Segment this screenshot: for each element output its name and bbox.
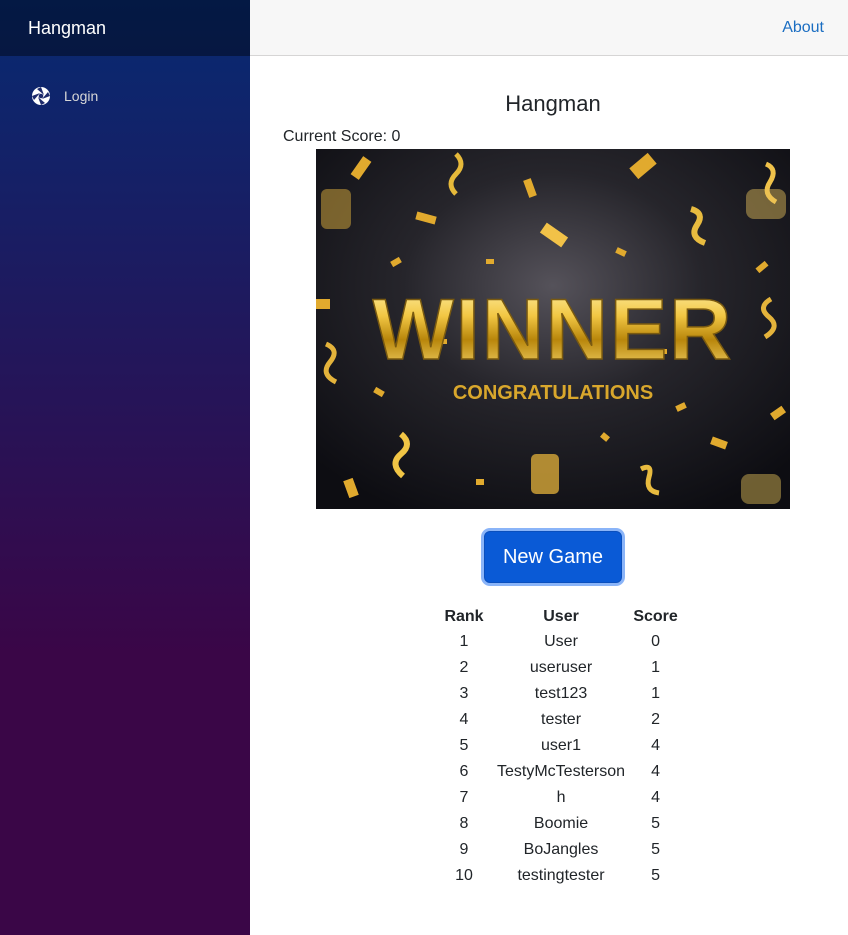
- sidebar-item-login[interactable]: Login: [0, 84, 250, 108]
- rank-cell: 10: [455, 867, 473, 884]
- brand-bar: Hangman: [0, 0, 250, 56]
- user-cell: user1: [541, 737, 582, 754]
- score-cell: 5: [651, 815, 660, 832]
- score-header: Score: [633, 608, 678, 625]
- sidebar: Hangman Login: [0, 0, 250, 935]
- table-row: 8 Boomie 5: [435, 811, 682, 837]
- rank-cell: 2: [459, 659, 469, 676]
- score-cell: 2: [651, 711, 660, 728]
- sidebar-nav: Login: [0, 56, 250, 108]
- table-row: 4 tester 2: [435, 707, 682, 733]
- user-cell: User: [544, 633, 578, 650]
- rank-cell: 7: [459, 789, 469, 806]
- about-link[interactable]: About: [782, 19, 824, 37]
- table-header-row: Rank User Score: [435, 605, 682, 629]
- rank-cell: 6: [459, 763, 469, 780]
- score-cell: 1: [651, 659, 660, 676]
- score-cell: 4: [651, 789, 660, 806]
- new-game-button[interactable]: New Game: [484, 531, 622, 583]
- user-cell: test123: [534, 685, 588, 702]
- rank-cell: 3: [459, 685, 469, 702]
- rank-cell: 8: [459, 815, 469, 832]
- user-cell: TestyMcTesterson: [497, 763, 626, 780]
- user-cell: BoJangles: [523, 841, 599, 858]
- score-cell: 4: [651, 737, 660, 754]
- score-cell: 4: [651, 763, 660, 780]
- table-row: 9 BoJangles 5: [435, 837, 682, 863]
- score-cell: 5: [651, 841, 660, 858]
- table-row: 6 TestyMcTesterson 4: [435, 759, 682, 785]
- table-row: 2 useruser 1: [435, 655, 682, 681]
- rank-header: Rank: [444, 608, 484, 625]
- sidebar-item-label: Login: [64, 88, 99, 104]
- table-row: 3 test123 1: [435, 681, 682, 707]
- table-row: 1 User 0: [435, 629, 682, 655]
- winner-title: WINNER: [373, 282, 734, 378]
- aperture-icon: [31, 86, 51, 106]
- winner-image: WINNER CONGRATULATIONS: [316, 149, 790, 509]
- table-row: 7 h 4: [435, 785, 682, 811]
- user-cell: h: [556, 789, 566, 806]
- rank-cell: 1: [459, 633, 469, 650]
- user-cell: testingtester: [517, 867, 605, 884]
- app-root: Hangman Login About Hangman Current Scor…: [0, 0, 848, 935]
- rank-cell: 5: [459, 737, 469, 754]
- table-row: 5 user1 4: [435, 733, 682, 759]
- current-score: Current Score: 0: [283, 128, 401, 145]
- user-cell: Boomie: [533, 815, 589, 832]
- score-cell: 5: [651, 867, 660, 884]
- top-row: About: [250, 0, 848, 56]
- rank-cell: 9: [459, 841, 469, 858]
- leaderboard-table: Rank User Score 1 User 0 2 useruser 1 3: [435, 605, 682, 889]
- page-title: Hangman: [505, 91, 601, 116]
- congratulations-label: CONGRATULATIONS: [453, 382, 653, 404]
- main-content: Hangman Current Score: 0 WINNER CONGRATU…: [250, 56, 848, 935]
- score-cell: 1: [651, 685, 660, 702]
- rank-cell: 4: [459, 711, 469, 728]
- brand-link[interactable]: Hangman: [28, 18, 106, 39]
- user-header: User: [543, 608, 579, 625]
- user-cell: useruser: [529, 659, 593, 676]
- table-row: 10 testingtester 5: [435, 863, 682, 889]
- score-cell: 0: [651, 633, 660, 650]
- user-cell: tester: [541, 711, 582, 728]
